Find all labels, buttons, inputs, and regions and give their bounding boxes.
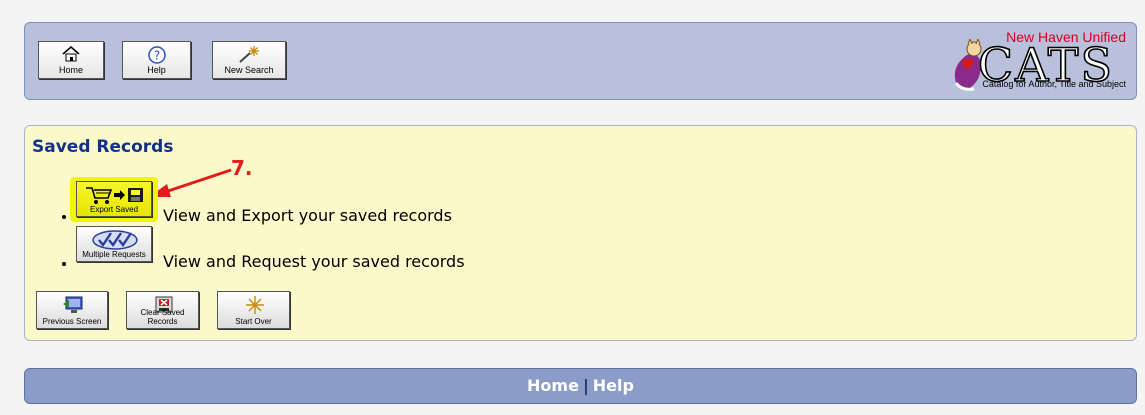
home-button[interactable]: Home: [38, 41, 104, 79]
footer-nav: Home | Help: [24, 368, 1137, 404]
clear-saved-records-button[interactable]: Clear Saved Records: [126, 291, 199, 329]
multiple-checkmarks-icon: [92, 230, 138, 250]
start-over-label: Start Over: [235, 317, 272, 326]
cart-export-icon: [86, 187, 143, 204]
request-option-text: View and Request your saved records: [163, 252, 465, 271]
new-search-button-label: New Search: [224, 65, 274, 75]
logo-subtitle: Catalog for Author, Title and Subject: [982, 79, 1126, 89]
help-button-label: Help: [147, 65, 166, 75]
header-toolbar: Home ? Help New Search New Haven Unified…: [24, 22, 1137, 100]
footer-home-link[interactable]: Home: [527, 376, 579, 395]
list-bullet: [62, 215, 66, 219]
previous-screen-icon: [63, 296, 83, 313]
page-title: Saved Records: [32, 137, 174, 157]
export-saved-button[interactable]: Export Saved: [76, 181, 152, 217]
help-button[interactable]: ? Help: [122, 41, 191, 79]
list-bullet: [62, 262, 66, 266]
question-icon: ?: [147, 46, 166, 64]
previous-screen-button[interactable]: Previous Screen: [36, 291, 108, 329]
start-over-button[interactable]: Start Over: [217, 291, 290, 329]
previous-screen-label: Previous Screen: [42, 317, 102, 326]
clear-saved-records-label: Clear Saved Records: [140, 308, 185, 326]
new-search-button[interactable]: New Search: [212, 41, 286, 79]
footer-separator: |: [582, 376, 589, 395]
footer-help-link[interactable]: Help: [593, 376, 634, 395]
saved-records-panel: Saved Records 7. Export Saved View and E…: [24, 125, 1137, 341]
export-saved-label: Export Saved: [89, 205, 139, 214]
home-button-label: Home: [58, 65, 83, 75]
sparkle-wand-icon: [239, 46, 259, 63]
multiple-requests-label: Multiple Requests: [82, 250, 146, 259]
cats-logo: New Haven Unified CATS Catalog for Autho…: [944, 25, 1132, 97]
export-option-text: View and Export your saved records: [163, 206, 452, 225]
svg-text:?: ?: [153, 49, 159, 63]
sparkle-icon: [246, 296, 264, 314]
home-icon: [62, 46, 80, 62]
multiple-requests-button[interactable]: Multiple Requests: [76, 226, 152, 262]
